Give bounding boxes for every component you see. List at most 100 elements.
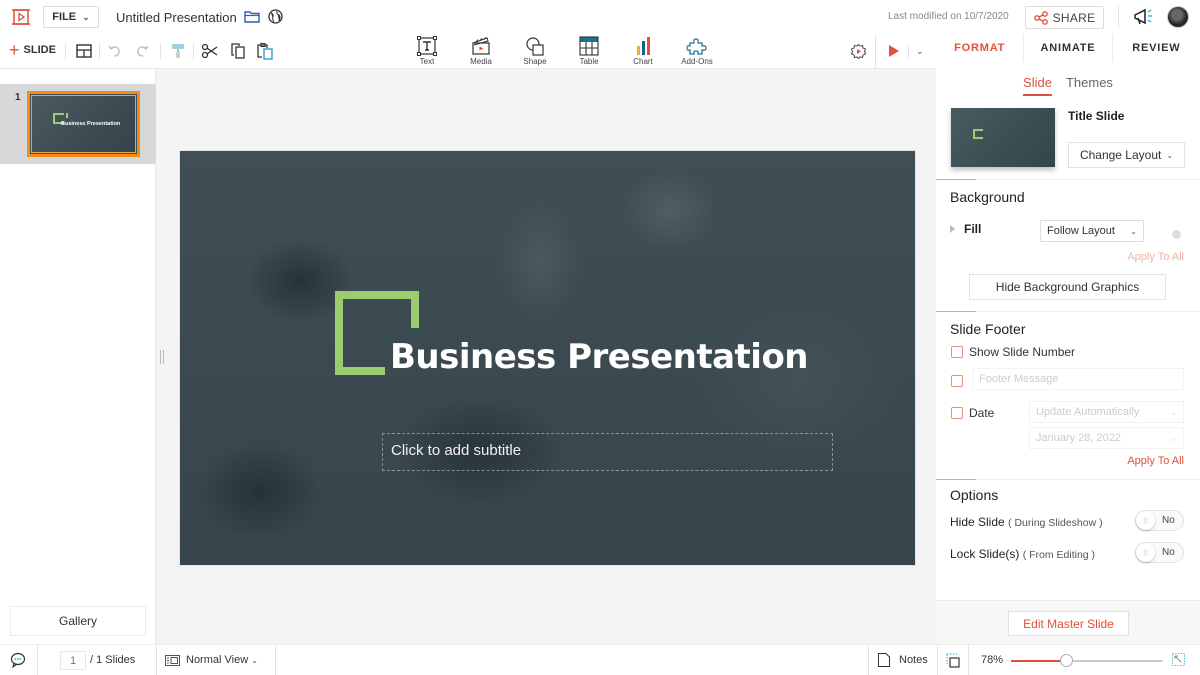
insert-chart-button[interactable]: Chart — [616, 34, 670, 68]
full-screen-icon[interactable] — [1172, 653, 1185, 666]
document-title[interactable]: Untitled Presentation — [116, 10, 237, 25]
insert-text-button[interactable]: Text — [400, 34, 454, 68]
change-layout-button[interactable]: Change Layout ⌄ — [1068, 142, 1185, 168]
format-painter-icon[interactable] — [169, 42, 187, 60]
fill-reset-icon[interactable] — [1172, 230, 1181, 239]
footer-message-row[interactable] — [951, 375, 963, 387]
hide-slide-label: Hide Slide — [950, 515, 1005, 529]
slide-title[interactable]: Business Presentation — [390, 337, 809, 377]
chevron-down-icon: ⌄ — [251, 656, 258, 665]
copy-icon[interactable] — [229, 42, 247, 60]
thumbnail-bracket-shape — [973, 129, 983, 139]
text-box-icon — [417, 36, 437, 56]
fill-select[interactable]: Follow Layout ⌄ — [1040, 220, 1144, 242]
date-mode-select[interactable]: Update Automatically ⌄ — [1029, 401, 1184, 423]
date-mode-value: Update Automatically — [1036, 406, 1140, 418]
zoom-slider-handle[interactable] — [1059, 654, 1073, 667]
normal-view-icon — [165, 655, 180, 666]
cut-icon[interactable] — [201, 42, 219, 60]
globe-icon[interactable] — [268, 9, 283, 24]
show-slide-number-checkbox[interactable] — [951, 346, 963, 358]
insert-text-label: Text — [419, 57, 435, 66]
share-button[interactable]: SHARE — [1025, 6, 1104, 29]
fit-to-screen-icon[interactable] — [946, 653, 960, 668]
announcement-icon[interactable] — [1133, 7, 1155, 27]
layout-icon[interactable] — [75, 42, 93, 60]
date-value-select[interactable]: January 28, 2022 ⌄ — [1029, 427, 1184, 449]
edit-master-slide-button[interactable]: Edit Master Slide — [1008, 611, 1129, 636]
lock-slide-note: ( From Editing ) — [1022, 549, 1096, 561]
background-apply-to-all-link[interactable]: Apply To All — [1127, 251, 1184, 263]
folder-icon[interactable] — [244, 10, 260, 23]
main-toolbar: + SLIDE Text Media Shape Table Chart Add… — [0, 34, 936, 69]
slide-thumbnail-row[interactable]: 1 Business Presentation — [0, 84, 156, 164]
section-divider — [936, 179, 976, 180]
play-slideshow-icon[interactable] — [888, 44, 900, 58]
fill-row[interactable]: Fill — [950, 222, 981, 236]
show-slide-number-row[interactable]: Show Slide Number — [951, 345, 1075, 359]
format-sub-tabs: Slide Themes — [936, 75, 1200, 96]
hide-slide-toggle[interactable]: || No — [1135, 510, 1184, 531]
top-bar: FILE ⌄ Untitled Presentation Last modifi… — [0, 0, 1200, 34]
section-divider — [976, 479, 1200, 480]
master-slide-area: Edit Master Slide — [936, 600, 1200, 644]
paste-icon[interactable] — [256, 42, 274, 60]
current-page-input[interactable]: 1 — [60, 651, 86, 670]
divider — [968, 645, 969, 675]
notes-button[interactable]: Notes — [899, 654, 928, 666]
date-label: Date — [969, 406, 995, 420]
tab-format[interactable]: FORMAT — [936, 34, 1023, 62]
hide-slide-note: ( During Slideshow ) — [1008, 517, 1103, 529]
chevron-down-icon: ⌄ — [1166, 150, 1174, 160]
subtab-themes[interactable]: Themes — [1066, 75, 1113, 96]
footer-apply-to-all-link[interactable]: Apply To All — [1127, 455, 1184, 467]
insert-table-label: Table — [579, 57, 599, 66]
plus-icon: + — [9, 40, 20, 60]
app-logo-icon[interactable] — [12, 8, 30, 26]
insert-addons-button[interactable]: Add-Ons — [670, 34, 724, 68]
divider — [1118, 6, 1119, 28]
file-menu-button[interactable]: FILE ⌄ — [43, 6, 99, 28]
lock-slide-toggle[interactable]: || No — [1135, 542, 1184, 563]
divider — [275, 645, 276, 675]
format-panel: Slide Themes Title Slide Change Layout ⌄… — [936, 62, 1200, 644]
chat-icon[interactable] — [10, 652, 27, 668]
view-mode-select[interactable]: Normal View ⌄ — [186, 654, 258, 666]
table-icon — [579, 36, 599, 56]
divider — [193, 43, 194, 60]
zoom-slider[interactable] — [1011, 654, 1163, 667]
date-checkbox[interactable] — [951, 407, 963, 419]
user-avatar[interactable] — [1167, 6, 1189, 28]
tab-animate[interactable]: ANIMATE — [1023, 34, 1111, 62]
slideshow-settings-icon[interactable] — [850, 43, 867, 60]
notes-icon[interactable] — [878, 653, 890, 667]
insert-shape-button[interactable]: Shape — [508, 34, 562, 68]
status-bar: 1 / 1 Slides Normal View ⌄ Notes 78% — [0, 644, 1200, 675]
slide-thumbnail[interactable]: Business Presentation — [27, 91, 140, 157]
footer-message-input[interactable]: Footer Message — [972, 368, 1184, 390]
subtitle-placeholder[interactable]: Click to add subtitle — [382, 433, 833, 471]
footer-message-placeholder: Footer Message — [979, 373, 1059, 385]
chevron-down-icon: ⌄ — [1170, 433, 1177, 443]
gallery-button[interactable]: Gallery — [10, 606, 146, 636]
hide-background-graphics-button[interactable]: Hide Background Graphics — [969, 274, 1166, 300]
share-label: SHARE — [1052, 10, 1096, 25]
right-panel-tabs: FORMAT ANIMATE REVIEW — [936, 34, 1200, 62]
lock-slide-value: No — [1162, 547, 1175, 558]
insert-table-button[interactable]: Table — [562, 34, 616, 68]
redo-icon[interactable] — [133, 42, 151, 60]
subtab-slide[interactable]: Slide — [1023, 75, 1052, 96]
add-slide-button[interactable]: + SLIDE — [9, 40, 56, 60]
hide-slide-value: No — [1162, 515, 1175, 526]
insert-media-button[interactable]: Media — [454, 34, 508, 68]
panel-resize-handle[interactable] — [160, 350, 164, 364]
undo-icon[interactable] — [106, 42, 124, 60]
insert-addons-label: Add-Ons — [681, 57, 713, 66]
footer-message-checkbox[interactable] — [951, 375, 963, 387]
play-options-chevron-icon[interactable]: ⌄ — [916, 46, 924, 57]
slide-canvas[interactable]: Business Presentation Click to add subti… — [180, 151, 915, 565]
tab-review[interactable]: REVIEW — [1111, 34, 1200, 62]
section-divider — [976, 311, 1200, 312]
date-row[interactable]: Date — [951, 406, 994, 420]
thumbnail-title: Business Presentation — [61, 121, 121, 127]
